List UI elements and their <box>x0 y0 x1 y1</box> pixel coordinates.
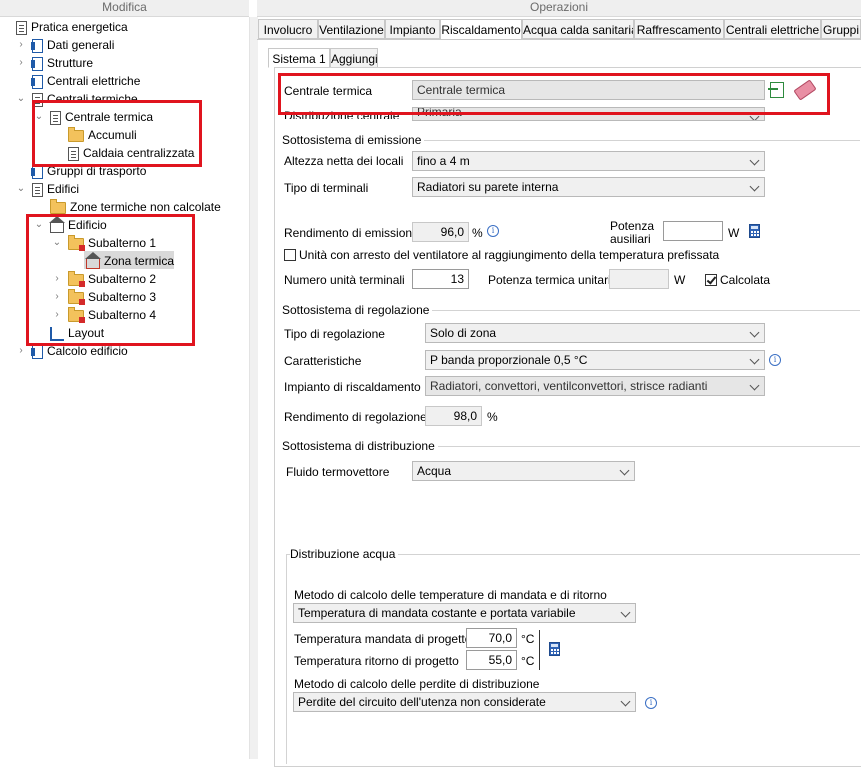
heating-plant-select[interactable]: Radiatori, convettori, ventilconvettori,… <box>425 376 765 396</box>
room-height-label: Altezza netta dei locali <box>284 154 404 168</box>
collapse-arrow-icon[interactable]: ⌄ <box>16 180 26 198</box>
fan-stop-label: Unità con arresto del ventilatore al rag… <box>299 248 720 262</box>
emission-efficiency-field[interactable]: 96,0 <box>412 222 469 242</box>
fluid-select[interactable]: Acqua <box>412 461 635 481</box>
document-icon <box>31 74 43 89</box>
features-label: Caratteristiche <box>284 354 362 368</box>
tab-strip-border <box>257 39 861 40</box>
tab-involucro[interactable]: Involucro <box>258 19 318 39</box>
aux-power-field[interactable] <box>663 221 723 241</box>
highlight-box-central <box>32 100 202 167</box>
document-icon <box>31 56 43 71</box>
tree-item-centrali-elettriche[interactable]: Centrali elettriche <box>31 72 140 90</box>
highlight-box-central-field <box>278 73 830 115</box>
return-temp-unit: °C <box>521 654 535 668</box>
calculator-icon[interactable] <box>749 224 760 238</box>
highlight-box-building <box>26 214 195 346</box>
expand-arrow-icon[interactable]: › <box>16 54 26 72</box>
unit-power-unit: W <box>674 273 686 287</box>
regulation-type-label: Tipo di regolazione <box>284 327 385 341</box>
tree-item-pratica[interactable]: Pratica energetica <box>16 18 128 36</box>
water-distribution-title: Distribuzione acqua <box>290 547 399 561</box>
terminal-units-field[interactable]: 13 <box>412 269 469 289</box>
supply-temp-unit: °C <box>521 632 535 646</box>
operations-header: Operazioni <box>257 0 861 17</box>
unit-power-field[interactable] <box>609 269 669 289</box>
loss-method-select[interactable]: Perdite del circuito dell'utenza non con… <box>293 692 636 712</box>
document-icon <box>31 344 43 359</box>
tab-impianto[interactable]: Impianto <box>385 19 440 39</box>
supply-temp-label: Temperatura mandata di progetto <box>294 632 472 646</box>
temp-method-select[interactable]: Temperatura di mandata costante e portat… <box>293 603 636 623</box>
aux-power-label-1: Potenza <box>610 219 655 233</box>
tab-riscaldamento[interactable]: Riscaldamento <box>440 19 522 40</box>
fan-stop-checkbox[interactable] <box>284 249 296 261</box>
subtab-sistema-1[interactable]: Sistema 1 <box>268 48 330 68</box>
expand-arrow-icon[interactable]: › <box>16 36 26 54</box>
info-icon[interactable]: i <box>487 225 499 237</box>
tab-acqua-calda-sanitaria[interactable]: Acqua calda sanitaria <box>522 19 634 39</box>
document-icon <box>31 38 43 53</box>
return-temp-field[interactable]: 55,0 <box>466 650 517 670</box>
calculated-label: Calcolata <box>720 273 771 287</box>
room-height-select[interactable]: fino a 4 m <box>412 151 765 171</box>
tree-item-edifici[interactable]: Edifici <box>32 180 79 198</box>
calculator-icon[interactable] <box>549 642 560 656</box>
tab-ventilazione[interactable]: Ventilazione <box>318 19 385 39</box>
regulation-type-select[interactable]: Solo di zona <box>425 323 765 343</box>
terminal-type-label: Tipo di terminali <box>284 181 369 195</box>
loss-method-label: Metodo di calcolo delle perdite di distr… <box>294 677 540 691</box>
subtab-aggiungi[interactable]: Aggiungi <box>330 48 378 68</box>
regulation-efficiency-unit: % <box>487 410 498 424</box>
info-icon[interactable]: i <box>645 697 657 709</box>
emission-group-title: Sottosistema di emissione <box>282 133 425 147</box>
bracket-line <box>539 630 540 670</box>
terminal-units-label: Numero unità terminali <box>284 273 405 287</box>
regulation-efficiency-label: Rendimento di regolazione <box>284 410 427 424</box>
document-icon <box>32 182 43 197</box>
panel-splitter[interactable] <box>249 17 258 759</box>
terminal-type-select[interactable]: Radiatori su parete interna <box>412 177 765 197</box>
fluid-label: Fluido termovettore <box>286 465 390 479</box>
document-icon <box>16 20 27 35</box>
aux-power-unit: W <box>728 226 740 240</box>
return-temp-label: Temperatura ritorno di progetto <box>294 654 459 668</box>
distribution-group-title: Sottosistema di distribuzione <box>282 439 438 453</box>
tab-raffrescamento[interactable]: Raffrescamento <box>634 19 724 39</box>
folder-icon <box>50 198 66 214</box>
unit-power-label: Potenza termica unitaria <box>488 273 618 287</box>
emission-efficiency-label: Rendimento di emissione <box>284 226 419 240</box>
expand-arrow-icon[interactable]: › <box>16 342 26 360</box>
emission-efficiency-unit: % <box>472 226 483 240</box>
supply-temp-field[interactable]: 70,0 <box>466 628 517 648</box>
tab-gruppi[interactable]: Gruppi <box>821 19 861 39</box>
regulation-group-title: Sottosistema di regolazione <box>282 303 433 317</box>
regulation-efficiency-field[interactable]: 98,0 <box>425 406 482 426</box>
tab-centrali-elettriche[interactable]: Centrali elettriche <box>724 19 821 39</box>
tree-item-strutture[interactable]: Strutture <box>31 54 93 72</box>
tree-item-dati-generali[interactable]: Dati generali <box>31 36 114 54</box>
info-icon[interactable]: i <box>769 354 781 366</box>
features-select[interactable]: P banda proporzionale 0,5 °C <box>425 350 765 370</box>
aux-power-label-2: ausiliari <box>610 232 651 246</box>
calculated-checkbox[interactable] <box>705 274 717 286</box>
edit-header: Modifica <box>0 0 249 17</box>
heating-plant-label: Impianto di riscaldamento <box>284 380 421 394</box>
temp-method-label: Metodo di calcolo delle temperature di m… <box>294 588 607 602</box>
collapse-arrow-icon[interactable]: ⌄ <box>16 90 26 108</box>
